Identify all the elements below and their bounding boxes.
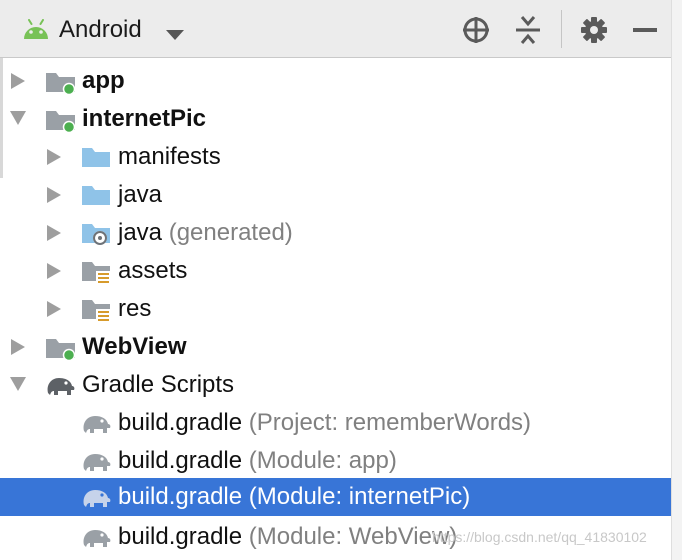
project-tree: app internetPic manifests java java (gen… xyxy=(0,58,671,560)
collapse-all-icon[interactable] xyxy=(512,14,544,46)
chevron-right-icon[interactable] xyxy=(47,263,61,284)
tree-item-label: build.gradle xyxy=(118,447,243,474)
toolbar-separator xyxy=(561,10,562,48)
tree-item-label: internetPic xyxy=(82,105,207,132)
resource-folder-icon xyxy=(81,259,111,292)
tree-item-label: WebView xyxy=(82,333,187,360)
tree-row-assets[interactable]: assets xyxy=(0,252,671,290)
tree-item-hint: (Module: WebView) xyxy=(248,523,458,550)
tree-item-hint: (Project: rememberWords) xyxy=(248,409,532,436)
tree-item-label: java xyxy=(118,219,163,246)
project-toolbar: Android xyxy=(0,0,671,58)
tree-row-res[interactable]: res xyxy=(0,290,671,328)
tree-row-manifests[interactable]: manifests xyxy=(0,138,671,176)
module-folder-icon xyxy=(45,107,77,138)
gear-icon[interactable] xyxy=(578,14,610,46)
resource-folder-icon xyxy=(81,297,111,330)
gradle-elephant-icon xyxy=(44,373,76,402)
tree-item-label: java xyxy=(118,181,163,208)
tree-item-hint: (Module: app) xyxy=(248,447,397,474)
chevron-right-icon[interactable] xyxy=(11,73,25,94)
chevron-down-icon[interactable] xyxy=(10,377,26,396)
minimize-icon[interactable] xyxy=(630,14,662,46)
tree-item-hint: (Module: internetPic) xyxy=(248,483,471,510)
tree-row-java[interactable]: java xyxy=(0,176,671,214)
tree-row-webview[interactable]: WebView xyxy=(0,328,671,366)
gradle-elephant-icon xyxy=(80,485,112,514)
tree-row-build-gradle-app[interactable]: build.gradle (Module: app) xyxy=(0,442,671,480)
tree-row-java-generated[interactable]: java (generated) xyxy=(0,214,671,252)
tree-item-label: Gradle Scripts xyxy=(82,371,235,398)
chevron-right-icon[interactable] xyxy=(47,225,61,246)
gradle-elephant-icon xyxy=(80,525,112,554)
tree-item-label: assets xyxy=(118,257,188,284)
chevron-right-icon[interactable] xyxy=(47,301,61,322)
android-icon xyxy=(22,19,50,46)
tree-item-label: app xyxy=(82,67,125,94)
tree-item-hint: (generated) xyxy=(168,219,293,246)
tree-item-label: build.gradle xyxy=(118,483,243,510)
vertical-scrollbar[interactable] xyxy=(671,0,682,560)
module-folder-icon xyxy=(45,69,77,100)
tree-row-build-gradle-internetpic[interactable]: build.gradle (Module: internetPic) xyxy=(0,478,671,516)
chevron-down-icon[interactable] xyxy=(166,27,184,45)
tree-item-label: res xyxy=(118,295,152,322)
chevron-down-icon[interactable] xyxy=(10,111,26,130)
locate-icon[interactable] xyxy=(460,14,492,46)
tree-item-label: build.gradle xyxy=(118,409,243,436)
chevron-right-icon[interactable] xyxy=(47,187,61,208)
folder-icon xyxy=(81,183,111,212)
tree-row-app[interactable]: app xyxy=(0,62,671,100)
tree-item-label: build.gradle xyxy=(118,523,243,550)
watermark: https://blog.csdn.net/qq_41830102 xyxy=(432,529,647,545)
tree-row-internetpic[interactable]: internetPic xyxy=(0,100,671,138)
tree-row-build-gradle-project[interactable]: build.gradle (Project: rememberWords) xyxy=(0,404,671,442)
chevron-right-icon[interactable] xyxy=(47,149,61,170)
tree-item-label: manifests xyxy=(118,143,221,170)
gradle-elephant-icon xyxy=(80,449,112,478)
tree-row-gradle-scripts[interactable]: Gradle Scripts xyxy=(0,366,671,404)
module-folder-icon xyxy=(45,335,77,366)
folder-icon xyxy=(81,145,111,174)
view-selector-label[interactable]: Android xyxy=(59,15,142,45)
generated-folder-icon xyxy=(81,221,111,252)
chevron-right-icon[interactable] xyxy=(11,339,25,360)
gradle-elephant-icon xyxy=(80,411,112,440)
